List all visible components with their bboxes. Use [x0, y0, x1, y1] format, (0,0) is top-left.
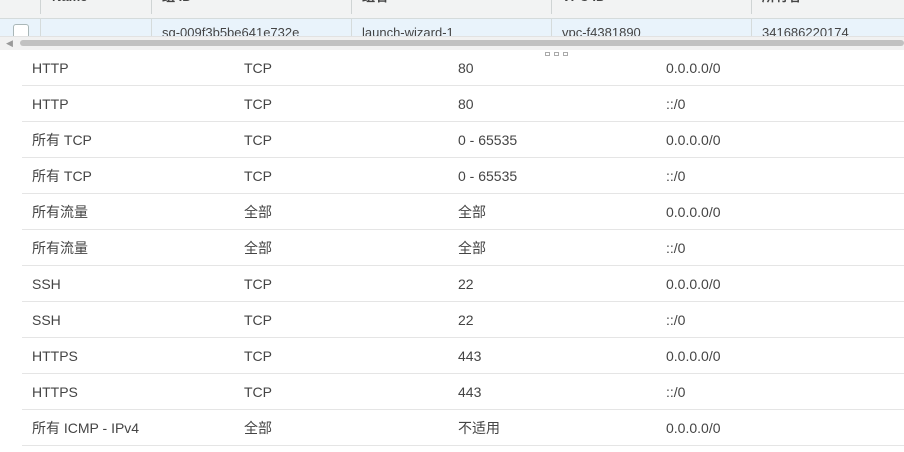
rule-type-cell: 所有 TCP: [32, 168, 92, 184]
inbound-rule-row: 所有流量 全部 全部::/0: [22, 230, 904, 266]
inbound-rule-row: HTTP TCP 80 0.0.0.0/0: [22, 50, 904, 86]
rule-port-range-cell: 443: [458, 348, 482, 364]
rule-protocol-cell: TCP: [244, 132, 272, 148]
column-header-vpc-id[interactable]: VPC ID: [562, 0, 605, 18]
rule-source-cell: ::/0: [666, 168, 686, 184]
rule-type-cell: 所有 TCP: [32, 132, 92, 148]
rule-port-range-cell: 全部: [458, 240, 486, 256]
rule-protocol-cell: TCP: [244, 168, 272, 184]
rule-source-cell: ::/0: [666, 384, 686, 400]
inbound-rule-row: SSH TCP 22::/0: [22, 302, 904, 338]
column-header-group-id[interactable]: 组 ID: [162, 0, 192, 18]
rule-protocol-cell: TCP: [244, 96, 272, 112]
rule-type-cell: 所有 ICMP - IPv4: [32, 420, 140, 436]
rule-protocol-cell: TCP: [244, 276, 272, 292]
rule-source-cell: 0.0.0.0/0: [666, 204, 721, 220]
rule-port-range-cell: 80: [458, 60, 474, 76]
rule-source-cell: ::/0: [666, 312, 686, 328]
rule-port-range-cell: 全部: [458, 204, 486, 220]
rule-protocol-cell: TCP: [244, 312, 272, 328]
rule-port-range-cell: 不适用: [458, 420, 500, 436]
rule-port-range-cell: 0 - 65535: [458, 132, 518, 148]
column-header-group-name[interactable]: 组名: [362, 0, 388, 18]
inbound-rule-row: 所有 TCP TCP 0 - 65535::/0: [22, 158, 904, 194]
rule-type-cell: SSH: [32, 276, 61, 292]
rule-type-cell: HTTPS: [32, 348, 78, 364]
rule-protocol-cell: 全部: [244, 420, 272, 436]
inbound-rule-row: HTTPS TCP 443::/0: [22, 374, 904, 410]
rule-source-cell: 0.0.0.0/0: [666, 276, 721, 292]
inbound-rule-row: SSH TCP 22 0.0.0.0/0: [22, 266, 904, 302]
rule-type-cell: HTTP: [32, 60, 69, 76]
rule-protocol-cell: 全部: [244, 204, 272, 220]
rule-type-cell: HTTPS: [32, 384, 78, 400]
column-header-name[interactable]: Name: [52, 0, 87, 18]
horizontal-scrollbar[interactable]: ◀: [0, 36, 904, 50]
rule-source-cell: ::/0: [666, 240, 686, 256]
rule-source-cell: 0.0.0.0/0: [666, 420, 721, 436]
rule-type-cell: 所有流量: [32, 204, 88, 220]
rule-type-cell: SSH: [32, 312, 61, 328]
rule-port-range-cell: 443: [458, 384, 482, 400]
security-groups-grid: Name 组 ID 组名 VPC ID 所有者 sg-009f3b5be641e…: [0, 0, 904, 52]
inbound-rule-row: 所有流量 全部 全部 0.0.0.0/0: [22, 194, 904, 230]
rule-source-cell: ::/0: [666, 96, 686, 112]
rule-port-range-cell: 80: [458, 96, 474, 112]
rule-protocol-cell: TCP: [244, 348, 272, 364]
inbound-rule-row: HTTPS TCP 443 0.0.0.0/0: [22, 338, 904, 374]
rule-source-cell: 0.0.0.0/0: [666, 348, 721, 364]
rule-source-cell: 0.0.0.0/0: [666, 132, 721, 148]
rule-port-range-cell: 22: [458, 312, 474, 328]
rule-port-range-cell: 22: [458, 276, 474, 292]
inbound-rule-row: 所有 ICMP - IPv4 全部 不适用 0.0.0.0/0: [22, 410, 904, 446]
inbound-rules-table: HTTP TCP 80 0.0.0.0/0 HTTP TCP 80::/0 所有 TCP TCP…: [22, 50, 904, 446]
chevron-left-icon[interactable]: ◀: [6, 39, 13, 48]
inbound-rule-row: 所有 TCP TCP 0 - 65535 0.0.0.0/0: [22, 122, 904, 158]
rule-port-range-cell: 0 - 65535: [458, 168, 518, 184]
rule-source-cell: 0.0.0.0/0: [666, 60, 721, 76]
column-header-owner[interactable]: 所有者: [762, 0, 801, 18]
rule-protocol-cell: 全部: [244, 240, 272, 256]
inbound-rule-row: HTTP TCP 80::/0: [22, 86, 904, 122]
scrollbar-thumb[interactable]: [20, 40, 904, 46]
rule-type-cell: 所有流量: [32, 240, 88, 256]
grid-header: Name 组 ID 组名 VPC ID 所有者: [0, 0, 904, 19]
rule-protocol-cell: TCP: [244, 60, 272, 76]
rule-protocol-cell: TCP: [244, 384, 272, 400]
rule-type-cell: HTTP: [32, 96, 69, 112]
